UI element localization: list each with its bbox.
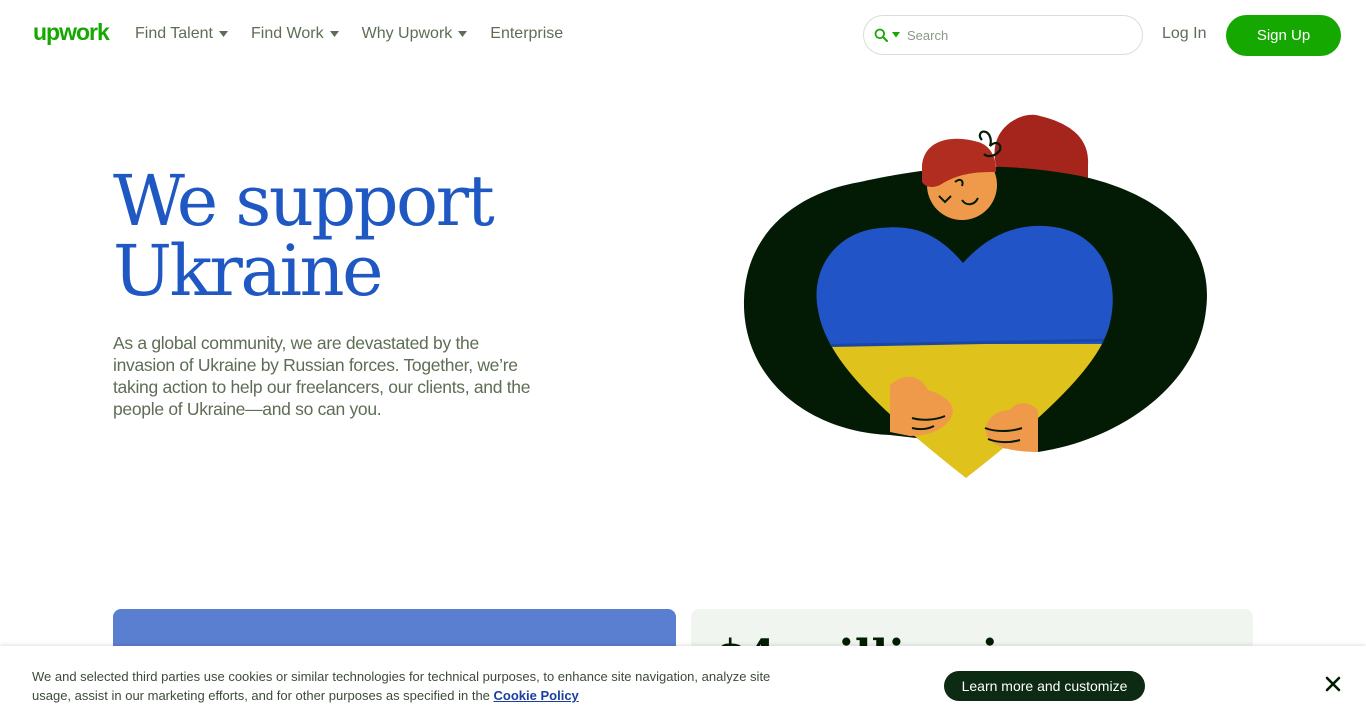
ukraine-heart-hug-illustration	[743, 114, 1207, 478]
close-icon[interactable]	[1324, 675, 1342, 693]
login-link[interactable]: Log In	[1162, 25, 1206, 43]
signup-button[interactable]: Sign Up	[1226, 15, 1341, 56]
learn-more-customize-button[interactable]: Learn more and customize	[944, 671, 1145, 701]
search-input[interactable]	[907, 27, 1127, 43]
nav-label: Enterprise	[490, 25, 564, 42]
cookie-banner: We and selected third parties use cookie…	[0, 646, 1366, 728]
nav-label: Why Upwork	[361, 25, 453, 42]
cookie-policy-link[interactable]: Cookie Policy	[494, 688, 579, 703]
svg-text:upwork: upwork	[33, 20, 110, 45]
cookie-message: We and selected third parties use cookie…	[32, 669, 771, 703]
nav-find-work[interactable]: Find Work	[251, 24, 339, 44]
chevron-down-icon	[458, 31, 468, 37]
search-box[interactable]	[863, 15, 1143, 55]
hero-title-line2: Ukraine	[113, 230, 384, 312]
chevron-down-icon	[329, 31, 339, 37]
hero-title: We support Ukraine	[113, 166, 495, 306]
chevron-down-icon[interactable]	[892, 32, 900, 38]
nav-why-upwork[interactable]: Why Upwork	[362, 24, 468, 44]
nav-label: Find Work	[250, 25, 324, 42]
upwork-logo[interactable]: upwork	[33, 20, 117, 48]
nav-label: Find Talent	[135, 25, 213, 42]
chevron-down-icon	[218, 31, 228, 37]
cookie-text: We and selected third parties use cookie…	[32, 667, 772, 705]
site-header: upwork Find Talent Find Work Why Upwork …	[0, 0, 1366, 68]
search-icon[interactable]	[874, 28, 888, 42]
main-nav: Find Talent Find Work Why Upwork Enterpr…	[135, 24, 586, 44]
nav-find-talent[interactable]: Find Talent	[135, 24, 228, 44]
hero-description: As a global community, we are devastated…	[113, 333, 531, 419]
nav-enterprise[interactable]: Enterprise	[490, 24, 563, 44]
